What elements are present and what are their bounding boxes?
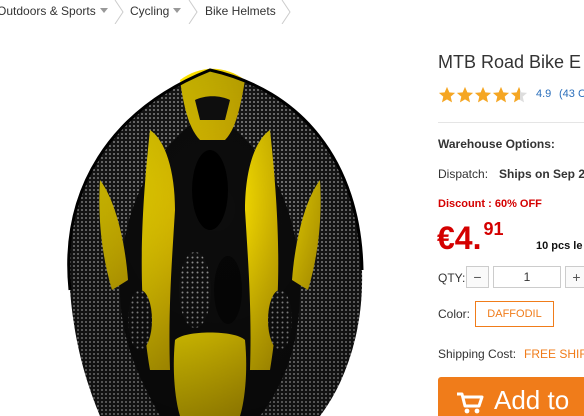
add-to-cart-button[interactable]: Add to (438, 377, 584, 416)
breadcrumb-label: Cycling (130, 4, 170, 18)
breadcrumb-separator-icon (281, 0, 291, 24)
breadcrumb-label: Bike Helmets (205, 4, 276, 18)
star-half-icon (510, 86, 528, 103)
color-label: Color: (438, 307, 471, 321)
product-price: €4. 91 (437, 219, 504, 257)
quantity-input[interactable] (493, 266, 561, 288)
dispatch-value: Ships on Sep 2 (499, 167, 584, 181)
shopping-cart-icon (457, 392, 484, 414)
star-full-icon (492, 86, 510, 103)
shipping-cost-label: Shipping Cost: (438, 347, 517, 361)
product-title: MTB Road Bike E (438, 52, 582, 72)
breadcrumb-label: Outdoors & Sports (0, 4, 96, 18)
chevron-down-icon[interactable] (99, 8, 108, 13)
chevron-down-icon[interactable] (173, 8, 182, 13)
lot-size-text: 10 pcs le (536, 240, 583, 252)
quantity-decrease-button[interactable]: − (466, 266, 489, 288)
bike-helmet-photo-icon (67, 68, 364, 416)
product-image[interactable] (0, 40, 430, 416)
shipping-cost-value[interactable]: FREE SHIF (524, 347, 584, 361)
breadcrumb-separator-icon (188, 0, 198, 24)
rating-value[interactable]: 4.9 (536, 88, 551, 100)
breadcrumb: Outdoors & Sports Cycling Bike Helmets (0, 0, 584, 24)
price-main: €4. (437, 220, 482, 256)
rating-count[interactable]: (43 C (559, 88, 584, 100)
divider (438, 122, 584, 123)
discount-badge: Discount : 60% OFF (438, 198, 542, 210)
breadcrumb-item-bike-helmets[interactable]: Bike Helmets (205, 4, 276, 18)
price-cents: 91 (483, 219, 504, 239)
add-to-cart-label: Add to (494, 385, 570, 415)
color-option-daffodil[interactable]: DAFFODIL (475, 301, 554, 327)
star-full-icon (438, 86, 456, 103)
dispatch-label: Dispatch: (438, 167, 489, 181)
breadcrumb-item-cycling[interactable]: Cycling (130, 4, 182, 18)
breadcrumb-separator-icon (114, 0, 124, 24)
quantity-increase-button[interactable]: + (565, 266, 584, 288)
warehouse-options-label: Warehouse Options: (438, 137, 555, 151)
star-full-icon (474, 86, 492, 103)
quantity-label: QTY: (438, 271, 466, 285)
breadcrumb-item-outdoors-sports[interactable]: Outdoors & Sports (0, 4, 108, 18)
star-full-icon (456, 86, 474, 103)
